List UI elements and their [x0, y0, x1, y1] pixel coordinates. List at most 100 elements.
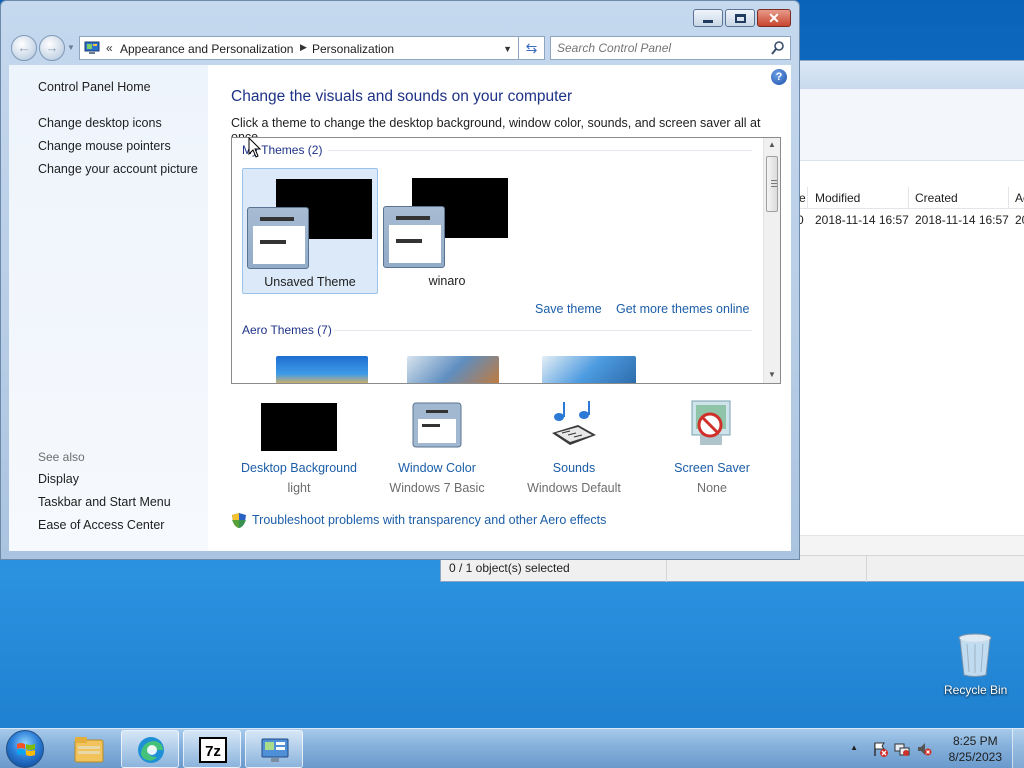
clock-time: 8:25 PM: [952, 734, 998, 748]
cell-created: 2018-11-14 16:57: [915, 213, 1009, 227]
theme-tile-winaro[interactable]: winaro: [379, 168, 515, 294]
help-button[interactable]: ?: [771, 69, 787, 85]
back-arrow-icon: ←: [17, 40, 31, 55]
recycle-bin-icon: [958, 633, 992, 677]
scroll-up-icon[interactable]: ▲: [768, 140, 776, 149]
recycle-bin-label: Recycle Bin: [944, 683, 1008, 697]
window-color-icon: [412, 402, 462, 448]
breadcrumb-separator-icon[interactable]: ▶: [300, 42, 307, 53]
maximize-icon: [734, 13, 746, 23]
column-header-modified[interactable]: Modified: [815, 191, 860, 205]
scroll-thumb[interactable]: [766, 156, 778, 212]
aero-theme-windows[interactable]: [276, 356, 368, 383]
setting-value: Windows 7 Basic: [389, 481, 485, 495]
setting-name[interactable]: Window Color: [369, 461, 505, 475]
window-color-preview: [383, 206, 445, 268]
setting-name[interactable]: Screen Saver: [644, 461, 780, 475]
recent-pages-dropdown-icon[interactable]: ▼: [67, 43, 75, 52]
screen-saver-icon: [691, 400, 731, 445]
breadcrumb-appearance[interactable]: Appearance and Personalization: [120, 42, 293, 56]
theme-tile-unsaved[interactable]: Unsaved Theme: [242, 168, 378, 294]
notification-area: ▲ 8:25 PM 8/25/2023: [824, 729, 1024, 768]
change-desktop-icons-link[interactable]: Change desktop icons: [38, 116, 162, 130]
column-header-accessed[interactable]: Ac: [1015, 191, 1024, 205]
scroll-down-icon[interactable]: ▼: [768, 370, 776, 379]
volume-muted-icon[interactable]: [916, 741, 932, 757]
refresh-icon: ⇆: [525, 40, 538, 56]
forward-button[interactable]: →: [39, 35, 65, 61]
file-explorer-icon: [74, 737, 104, 763]
svg-text:7z: 7z: [205, 743, 221, 760]
breadcrumb-personalization[interactable]: Personalization: [312, 42, 394, 56]
edge-icon: [138, 737, 164, 763]
navigation-bar: ← → ▼ « Appearance and Personalization ▶…: [9, 33, 791, 61]
address-bar[interactable]: « Appearance and Personalization ▶ Perso…: [79, 36, 519, 60]
close-button[interactable]: ✕: [757, 9, 791, 27]
taskbar: 7z ▲ 8:25 PM 8/25/2023: [0, 728, 1024, 768]
back-button[interactable]: ←: [11, 35, 37, 61]
theme-list[interactable]: My Themes (2) Unsaved Theme winaro Save …: [231, 137, 781, 384]
taskbar-7zip[interactable]: 7z: [183, 730, 241, 768]
setting-value: light: [287, 481, 311, 495]
taskbar-start-menu-link[interactable]: Taskbar and Start Menu: [38, 495, 171, 509]
caption-buttons: ✕: [693, 9, 791, 27]
save-theme-link[interactable]: Save theme: [535, 302, 602, 316]
control-panel-icon: [84, 41, 100, 54]
show-hidden-icons-button[interactable]: ▲: [850, 743, 858, 752]
shield-icon: [232, 513, 246, 528]
change-account-picture-link[interactable]: Change your account picture: [38, 162, 198, 176]
theme-name: winaro: [428, 274, 466, 288]
setting-name[interactable]: Sounds: [506, 461, 642, 475]
refresh-button[interactable]: ⇆: [519, 36, 545, 60]
windows-logo-icon: [17, 743, 35, 756]
column-header-partial[interactable]: e: [799, 191, 806, 205]
status-text: 0 / 1 object(s) selected: [449, 561, 570, 575]
close-icon: ✕: [768, 10, 780, 26]
theme-list-scrollbar[interactable]: ▲ ▼: [763, 138, 780, 383]
display-link[interactable]: Display: [38, 472, 79, 486]
change-mouse-pointers-link[interactable]: Change mouse pointers: [38, 139, 171, 153]
theme-name: Unsaved Theme: [264, 275, 356, 289]
main-pane: ? Change the visuals and sounds on your …: [208, 65, 791, 551]
aero-theme-architecture[interactable]: [407, 356, 499, 383]
taskbar-control-panel[interactable]: [245, 730, 303, 768]
setting-value: Windows Default: [527, 481, 621, 495]
control-panel-icon: [261, 738, 289, 762]
action-center-icon[interactable]: [872, 741, 888, 757]
minimize-button[interactable]: [693, 9, 723, 27]
start-button[interactable]: [6, 730, 44, 768]
cell-modified: 2018-11-14 16:57: [815, 213, 909, 227]
mouse-cursor-icon: [248, 137, 262, 158]
group-divider: [328, 150, 752, 151]
taskbar-edge[interactable]: [121, 730, 179, 768]
window-content: Control Panel Home Change desktop icons …: [9, 65, 791, 551]
see-also-label: See also: [38, 450, 85, 464]
maximize-button[interactable]: [725, 9, 755, 27]
address-dropdown-icon[interactable]: ▼: [503, 44, 512, 54]
search-input[interactable]: [551, 37, 761, 59]
group-divider: [334, 330, 752, 331]
column-header-created[interactable]: Created: [915, 191, 958, 205]
personalization-window[interactable]: ✕ ← → ▼ « Appearance and Personalization…: [0, 0, 800, 560]
forward-arrow-icon: →: [45, 40, 59, 55]
show-desktop-button[interactable]: [1012, 729, 1024, 768]
network-icon[interactable]: [894, 741, 910, 757]
breadcrumb-overflow-icon[interactable]: «: [106, 41, 113, 55]
system-clock[interactable]: 8:25 PM 8/25/2023: [949, 733, 1002, 765]
clock-date: 8/25/2023: [948, 750, 1002, 764]
get-more-themes-link[interactable]: Get more themes online: [616, 302, 749, 316]
aero-themes-header: Aero Themes (7): [242, 323, 332, 337]
setting-name[interactable]: Desktop Background: [231, 461, 367, 475]
task-pane: Control Panel Home Change desktop icons …: [9, 65, 208, 551]
sounds-icon: [552, 401, 596, 445]
page-title: Change the visuals and sounds on your co…: [231, 88, 573, 105]
troubleshoot-label[interactable]: Troubleshoot problems with transparency …: [252, 513, 606, 527]
search-box[interactable]: [550, 36, 791, 60]
ease-of-access-link[interactable]: Ease of Access Center: [38, 518, 164, 532]
search-icon[interactable]: [770, 40, 786, 56]
taskbar-file-explorer[interactable]: [60, 730, 118, 768]
7zip-icon: 7z: [199, 737, 227, 763]
control-panel-home-link[interactable]: Control Panel Home: [38, 80, 151, 94]
aero-theme-characters[interactable]: [542, 356, 636, 383]
cell-accessed: 20: [1015, 213, 1024, 227]
